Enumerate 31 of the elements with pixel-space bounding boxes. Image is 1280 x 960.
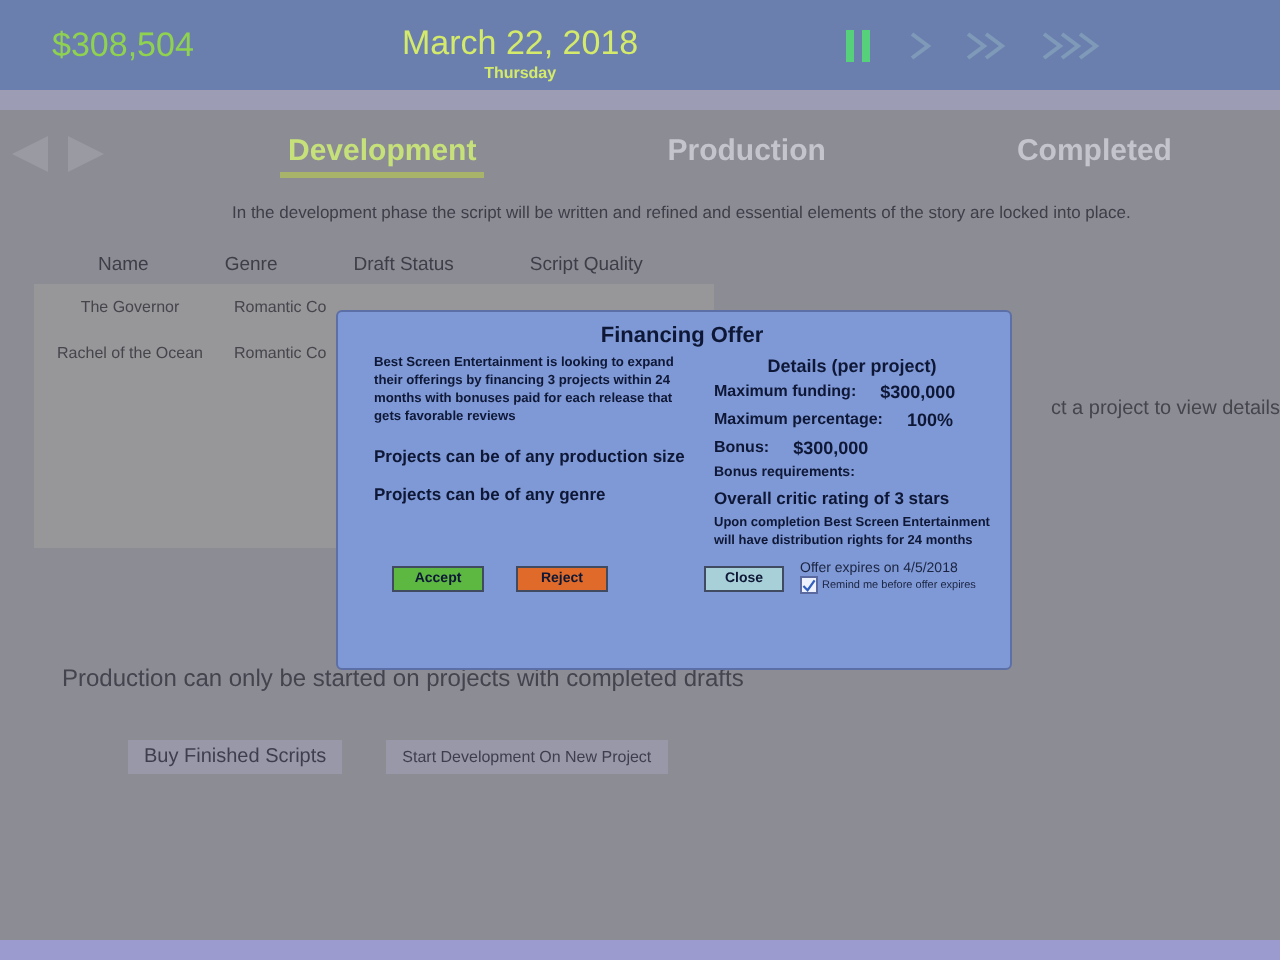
offer-condition: Projects can be of any genre: [374, 483, 608, 504]
phase-description: In the development phase the script will be written and refined and essential elements of the story are locked into place.: [232, 202, 1133, 222]
bonus-requirement: Overall critic rating of 3 stars: [714, 488, 952, 508]
column-header: Script Quality: [529, 254, 643, 276]
production-note: Production can only be started on projects with completed drafts: [62, 664, 746, 692]
offer-condition: Projects can be of any production size: [374, 445, 687, 466]
column-header: Name: [98, 254, 149, 276]
remind-checkbox[interactable]: [800, 576, 818, 595]
action-button[interactable]: Start Development On New Project: [386, 740, 668, 774]
tab[interactable]: Development: [280, 130, 485, 178]
money-balance: $308,504: [52, 25, 196, 65]
detail-value: 100%: [906, 410, 953, 430]
detail-value: $300,000: [880, 382, 956, 402]
dialog-title: Financing Offer: [598, 324, 766, 348]
table-cell[interactable]: Romantic Co: [234, 344, 327, 362]
details-hint: ct a project to view details: [1051, 398, 1280, 424]
table-cell[interactable]: Romantic Co: [234, 298, 327, 316]
action-button[interactable]: Buy Finished Scripts: [128, 740, 343, 774]
detail-label: Maximum percentage:: [714, 410, 883, 430]
table-cell[interactable]: The Governor: [34, 298, 226, 316]
detail-label: Maximum funding:: [714, 382, 857, 402]
detail-value: $300,000: [793, 438, 869, 458]
details-heading: Details (per project): [765, 356, 939, 376]
table-cell[interactable]: Rachel of the Ocean: [34, 344, 226, 362]
column-header: Draft Status: [353, 254, 454, 276]
weekday-label: Thursday: [484, 64, 557, 82]
detail-label: Bonus:: [714, 438, 770, 458]
tab[interactable]: Production: [659, 130, 834, 178]
column-header: Genre: [224, 254, 278, 276]
tab[interactable]: Completed: [1008, 130, 1180, 178]
current-date: March 22, 2018: [402, 24, 639, 64]
